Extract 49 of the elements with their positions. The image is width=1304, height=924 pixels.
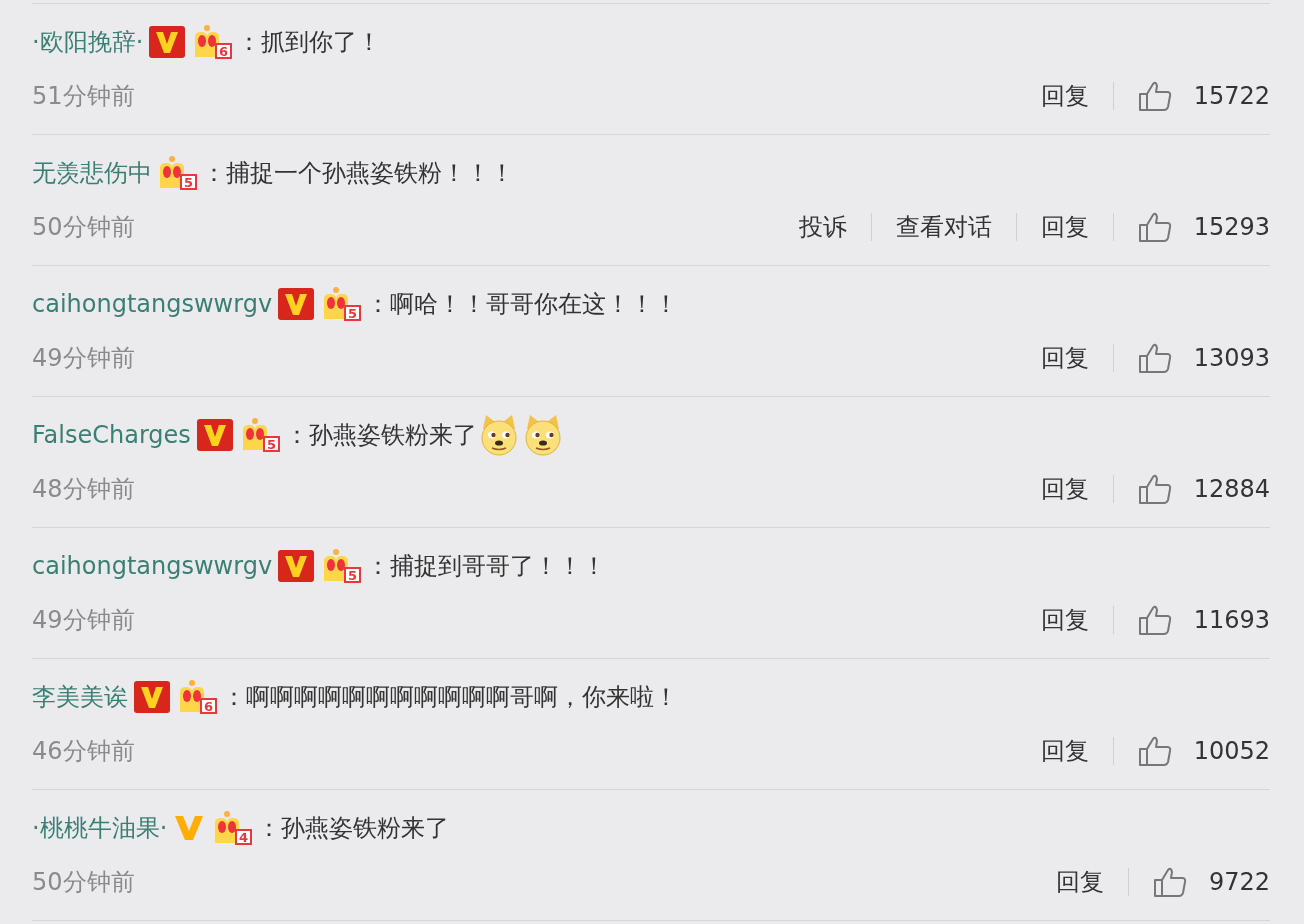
comment-time: 49分钟前 bbox=[32, 343, 136, 374]
thumbs-up-icon[interactable] bbox=[1137, 80, 1172, 112]
comment-action-link[interactable]: 回复 bbox=[1040, 735, 1089, 767]
comment-action-link[interactable]: 回复 bbox=[1040, 604, 1089, 636]
thumbs-up-icon[interactable] bbox=[1152, 866, 1187, 898]
comment-action-link[interactable]: 回复 bbox=[1055, 866, 1104, 898]
comment-action-link[interactable]: 回复 bbox=[1040, 211, 1089, 243]
user-name-link[interactable]: caihongtangswwrgv bbox=[32, 290, 273, 318]
comment-time: 50分钟前 bbox=[32, 867, 136, 898]
comment-text: ：孙燕姿铁粉来了 bbox=[257, 813, 450, 844]
comment-action-link[interactable]: 回复 bbox=[1040, 342, 1089, 374]
comment-text: ：抓到你了！ bbox=[237, 27, 382, 58]
comment-time: 46分钟前 bbox=[32, 736, 136, 767]
thumbs-up-icon[interactable] bbox=[1137, 604, 1172, 636]
comment-time: 49分钟前 bbox=[32, 605, 136, 636]
comment-text: ：孙燕姿铁粉来了 bbox=[284, 420, 477, 451]
verified-badge-icon bbox=[278, 288, 315, 320]
like-count: 12884 bbox=[1193, 475, 1270, 503]
thumbs-up-icon[interactable] bbox=[1137, 211, 1172, 243]
thumbs-up-icon[interactable] bbox=[1137, 735, 1172, 767]
user-name-link[interactable]: FalseCharges bbox=[32, 421, 191, 449]
comment-time: 50分钟前 bbox=[32, 212, 136, 243]
user-name-link[interactable]: ·桃桃牛油果· bbox=[32, 812, 168, 844]
comment-action-link[interactable]: 查看对话 bbox=[895, 211, 992, 243]
comment-text: ：啊啊啊啊啊啊啊啊啊啊啊哥啊，你来啦！ bbox=[222, 682, 678, 713]
comment-time: 48分钟前 bbox=[32, 474, 136, 505]
comment-action-link[interactable]: 回复 bbox=[1040, 80, 1089, 112]
thumbs-up-icon[interactable] bbox=[1137, 342, 1172, 374]
user-name-link[interactable]: 无羡悲伤中 bbox=[32, 157, 152, 189]
verified-badge-icon bbox=[149, 26, 186, 58]
like-count: 15293 bbox=[1193, 213, 1270, 241]
comment-action-link[interactable]: 投诉 bbox=[798, 211, 847, 243]
comment-text: ：啊哈！！哥哥你在这！！！ bbox=[366, 289, 679, 320]
comment-time: 51分钟前 bbox=[32, 81, 136, 112]
like-count: 13093 bbox=[1193, 344, 1270, 372]
comment-text: ：捕捉一个孙燕姿铁粉！！！ bbox=[202, 158, 514, 189]
user-name-link[interactable]: caihongtangswwrgv bbox=[32, 552, 273, 580]
verified-badge-icon bbox=[134, 681, 170, 713]
like-count: 15722 bbox=[1193, 82, 1270, 110]
comment-text: ：捕捉到哥哥了！！！ bbox=[366, 551, 607, 582]
user-name-link[interactable]: ·欧阳挽辞· bbox=[32, 26, 144, 58]
thumbs-up-icon[interactable] bbox=[1137, 473, 1172, 505]
like-count: 9722 bbox=[1208, 868, 1270, 896]
user-name-link[interactable]: 李美美诶 bbox=[32, 681, 128, 713]
verified-badge-icon bbox=[278, 550, 315, 582]
like-count: 11693 bbox=[1193, 606, 1270, 634]
verified-badge-icon bbox=[196, 419, 233, 451]
like-count: 10052 bbox=[1193, 737, 1270, 765]
comment-action-link[interactable]: 回复 bbox=[1040, 473, 1089, 505]
